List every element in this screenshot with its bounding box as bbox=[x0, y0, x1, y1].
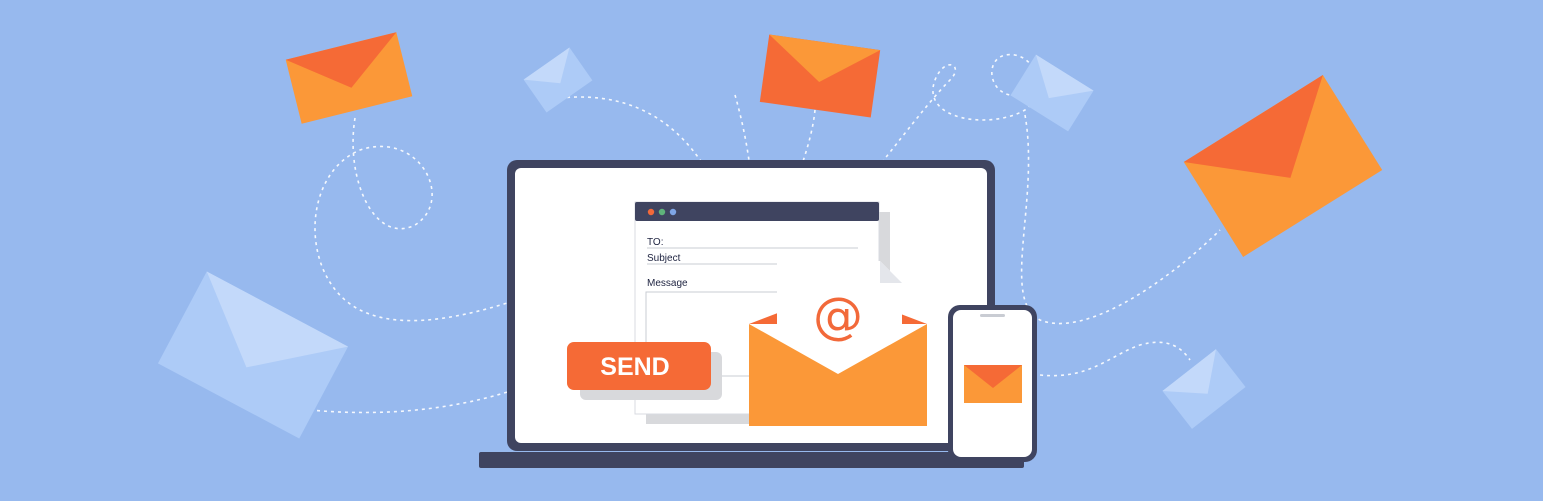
laptop-base bbox=[479, 452, 1024, 468]
at-sign-icon: @ bbox=[813, 287, 863, 345]
window-dot-minimize-icon bbox=[658, 208, 666, 216]
envelope-icon bbox=[964, 365, 1022, 403]
email-marketing-illustration: TO: Subject Message SEND @ bbox=[157, 32, 1383, 468]
send-button[interactable]: SEND bbox=[567, 342, 722, 400]
envelope-orange-large-right bbox=[1183, 75, 1383, 257]
window-dot-close-icon bbox=[647, 208, 655, 216]
subject-field-label: Subject bbox=[647, 253, 681, 264]
envelope-light-large-left bbox=[157, 271, 349, 439]
envelope-orange-top-center bbox=[759, 34, 881, 118]
phone-speaker bbox=[980, 314, 1005, 317]
to-field-label: TO: bbox=[647, 237, 663, 248]
smartphone bbox=[948, 305, 1037, 462]
message-field-label: Message bbox=[647, 278, 688, 289]
envelope-light-top-right bbox=[1010, 54, 1094, 132]
envelope-orange-top-left bbox=[285, 32, 413, 124]
send-button-label: SEND bbox=[600, 353, 669, 381]
envelope-light-small bbox=[523, 47, 593, 113]
envelope-light-bottom-right bbox=[1162, 349, 1246, 429]
window-dot-maximize-icon bbox=[669, 208, 677, 216]
